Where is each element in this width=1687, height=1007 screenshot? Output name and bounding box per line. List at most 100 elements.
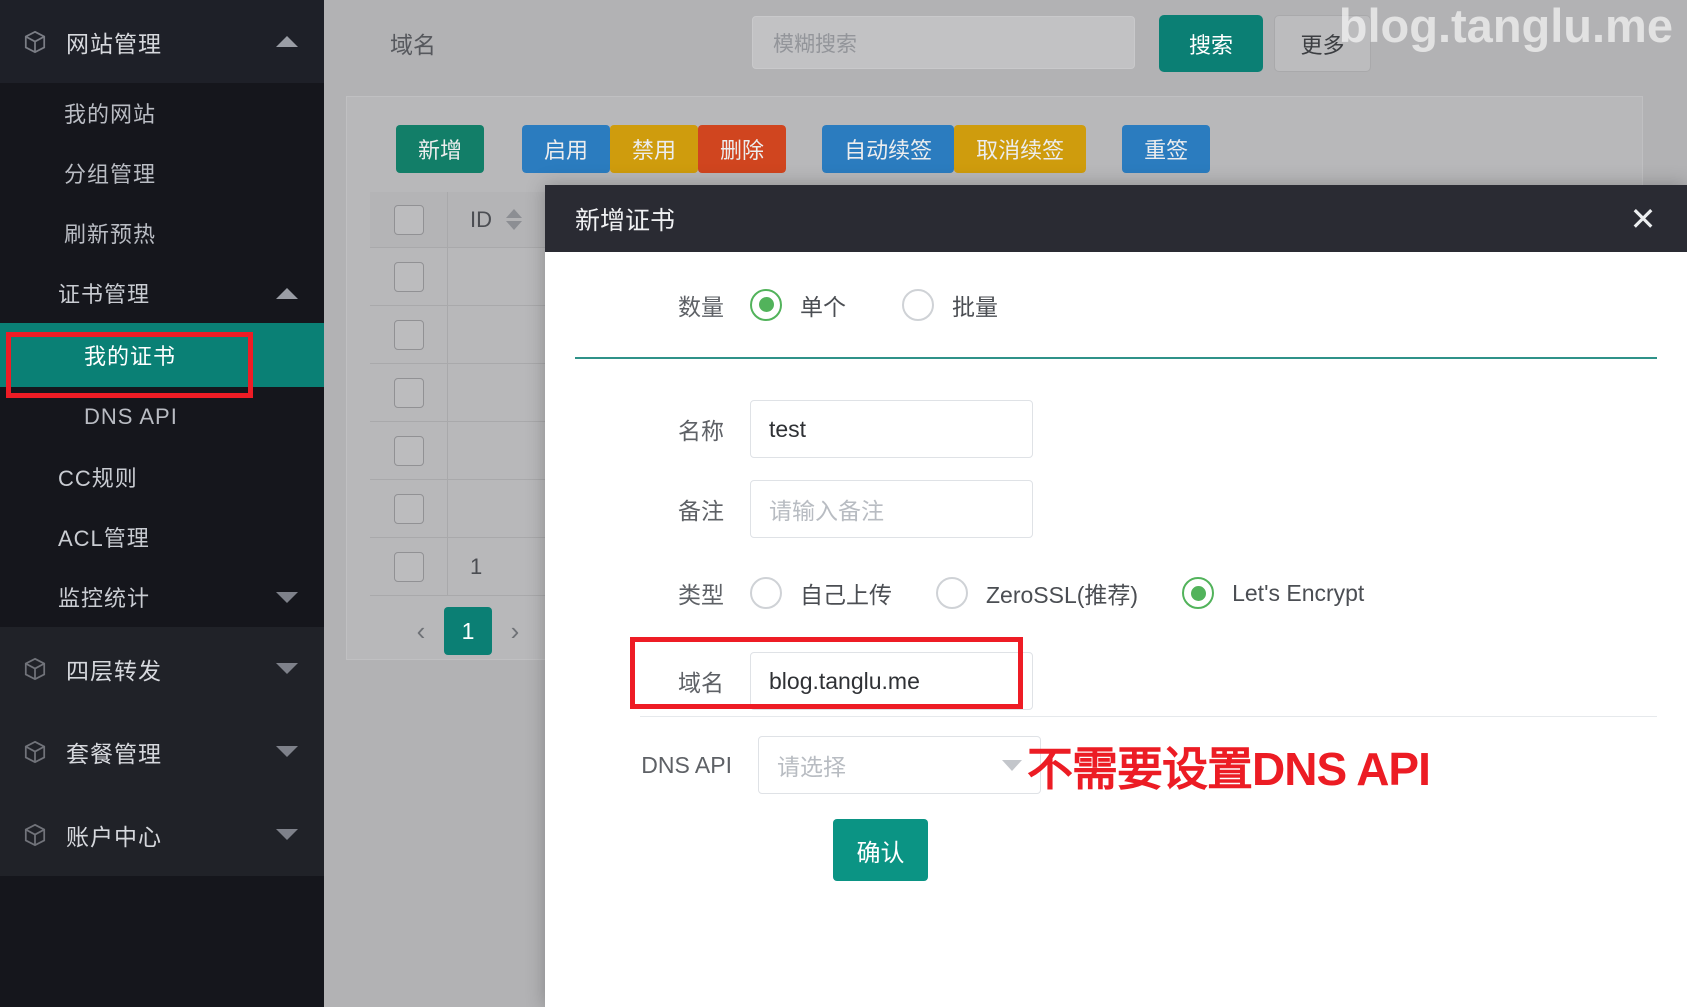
enable-button[interactable]: 启用 xyxy=(522,125,610,173)
resign-button[interactable]: 重签 xyxy=(1122,125,1210,173)
radio-icon[interactable] xyxy=(750,289,782,321)
column-header-label: ID xyxy=(470,207,492,233)
filter-label: 域名 xyxy=(390,26,436,60)
dns-api-row: DNS API 请选择 不需要设置DNS API xyxy=(545,725,1687,805)
sidebar-group-label: 四层转发 xyxy=(66,652,162,686)
type-label: 类型 xyxy=(640,576,750,610)
sidebar-group-label: 账户中心 xyxy=(66,818,162,852)
chevron-down-icon xyxy=(276,663,298,674)
row-select-cell[interactable] xyxy=(370,422,448,479)
sidebar-item-monitoring-statistics[interactable]: 监控统计 xyxy=(0,567,324,627)
row-checkbox[interactable] xyxy=(394,552,424,582)
name-input[interactable]: test xyxy=(750,400,1033,458)
chevron-up-icon xyxy=(276,288,298,299)
row-checkbox[interactable] xyxy=(394,494,424,524)
type-option-label: ZeroSSL(推荐) xyxy=(986,576,1138,610)
sidebar-group-label: 网站管理 xyxy=(66,25,162,59)
chevron-down-icon xyxy=(276,829,298,840)
sidebar-item-cc-rules[interactable]: CC规则 xyxy=(0,447,324,507)
dialog-header: 新增证书 ✕ xyxy=(545,185,1687,252)
sidebar-item-group-management[interactable]: 分组管理 xyxy=(0,143,324,203)
page-number-1[interactable]: 1 xyxy=(444,607,492,655)
sort-icon[interactable] xyxy=(506,209,522,230)
row-checkbox[interactable] xyxy=(394,436,424,466)
quantity-option-single[interactable]: 单个 xyxy=(750,288,846,322)
domain-label: 域名 xyxy=(640,664,750,698)
domain-input[interactable]: blog.tanglu.me xyxy=(750,652,1033,710)
row-select-cell[interactable] xyxy=(370,538,448,595)
type-option-zerossl[interactable]: ZeroSSL(推荐) xyxy=(936,576,1138,610)
radio-icon[interactable] xyxy=(1182,577,1214,609)
add-button[interactable]: 新增 xyxy=(396,125,484,173)
sidebar-item-refresh-preheat[interactable]: 刷新预热 xyxy=(0,203,324,263)
dns-api-annotation: 不需要设置DNS API xyxy=(1027,733,1430,799)
confirm-button[interactable]: 确认 xyxy=(833,819,928,881)
sidebar-item-my-certificates[interactable]: 我的证书 xyxy=(0,323,324,387)
cube-icon xyxy=(22,822,48,848)
auto-renew-button[interactable]: 自动续签 xyxy=(822,125,954,173)
sidebar-group-layer4-forwarding[interactable]: 四层转发 xyxy=(0,627,324,710)
more-button[interactable]: 更多 xyxy=(1274,15,1371,72)
row-checkbox[interactable] xyxy=(394,262,424,292)
type-option-self-upload[interactable]: 自己上传 xyxy=(750,576,892,610)
radio-icon[interactable] xyxy=(750,577,782,609)
select-all-cell[interactable] xyxy=(370,192,448,247)
sidebar-item-acl-management[interactable]: ACL管理 xyxy=(0,507,324,567)
row-select-cell[interactable] xyxy=(370,480,448,537)
type-option-label: Let's Encrypt xyxy=(1232,580,1364,607)
remark-row: 备注 请输入备注 xyxy=(545,469,1687,549)
quantity-option-label: 单个 xyxy=(800,288,846,322)
sidebar-item-dns-api[interactable]: DNS API xyxy=(0,387,324,447)
sidebar-item-label: 分组管理 xyxy=(64,157,156,189)
chevron-down-icon xyxy=(276,592,298,603)
quantity-row: 数量 单个 批量 xyxy=(545,252,1687,357)
row-select-cell[interactable] xyxy=(370,248,448,305)
cube-icon xyxy=(22,656,48,682)
row-select-cell[interactable] xyxy=(370,306,448,363)
disable-button[interactable]: 禁用 xyxy=(610,125,698,173)
type-row: 类型 自己上传 ZeroSSL(推荐) Let's Encrypt xyxy=(545,549,1687,637)
app-root: 网站管理 我的网站 分组管理 刷新预热 证书管理 我的证书 DNS API CC… xyxy=(0,0,1687,1007)
cancel-renew-button[interactable]: 取消续签 xyxy=(954,125,1086,173)
sidebar-subgroup-label: 证书管理 xyxy=(58,277,150,309)
select-all-checkbox[interactable] xyxy=(394,205,424,235)
sidebar: 网站管理 我的网站 分组管理 刷新预热 证书管理 我的证书 DNS API CC… xyxy=(0,0,324,1007)
pagination: ‹ 1 › 到 xyxy=(370,602,568,660)
row-checkbox[interactable] xyxy=(394,320,424,350)
name-row: 名称 test xyxy=(545,389,1687,469)
row-select-cell[interactable] xyxy=(370,364,448,421)
search-input[interactable]: 模糊搜索 xyxy=(752,16,1135,69)
quantity-label: 数量 xyxy=(640,288,750,322)
sidebar-item-label: 监控统计 xyxy=(58,581,150,613)
sidebar-group-package-management[interactable]: 套餐管理 xyxy=(0,710,324,793)
dialog-title: 新增证书 xyxy=(575,201,675,237)
sidebar-group-label: 套餐管理 xyxy=(66,735,162,769)
dns-api-select[interactable]: 请选择 xyxy=(758,736,1041,794)
close-icon[interactable]: ✕ xyxy=(1625,203,1661,235)
delete-button[interactable]: 删除 xyxy=(698,125,786,173)
search-button[interactable]: 搜索 xyxy=(1159,15,1263,72)
radio-icon[interactable] xyxy=(902,289,934,321)
radio-icon[interactable] xyxy=(936,577,968,609)
row-checkbox[interactable] xyxy=(394,378,424,408)
dialog-body: 数量 单个 批量 名称 test 备注 请输入备注 xyxy=(545,252,1687,1007)
sidebar-group-website-management[interactable]: 网站管理 xyxy=(0,0,324,83)
sidebar-item-label: 我的网站 xyxy=(64,97,156,129)
sidebar-item-my-sites[interactable]: 我的网站 xyxy=(0,83,324,143)
chevron-down-icon xyxy=(1002,760,1022,771)
page-prev-button[interactable]: ‹ xyxy=(404,616,438,647)
sidebar-item-label: CC规则 xyxy=(58,461,138,493)
cube-icon xyxy=(22,739,48,765)
quantity-option-batch[interactable]: 批量 xyxy=(902,288,998,322)
domain-row: 域名 blog.tanglu.me xyxy=(545,637,1687,725)
dns-api-placeholder: 请选择 xyxy=(777,748,846,782)
page-next-button[interactable]: › xyxy=(498,616,532,647)
name-label: 名称 xyxy=(640,412,750,446)
toolbar-group-status: 启用 禁用 删除 xyxy=(522,125,786,173)
sidebar-group-account-center[interactable]: 账户中心 xyxy=(0,793,324,876)
remark-input[interactable]: 请输入备注 xyxy=(750,480,1033,538)
toolbar-group-renew: 自动续签 取消续签 xyxy=(822,125,1086,173)
section-divider xyxy=(575,357,1657,359)
type-option-lets-encrypt[interactable]: Let's Encrypt xyxy=(1182,577,1364,609)
sidebar-subgroup-certificate-management[interactable]: 证书管理 xyxy=(0,263,324,323)
